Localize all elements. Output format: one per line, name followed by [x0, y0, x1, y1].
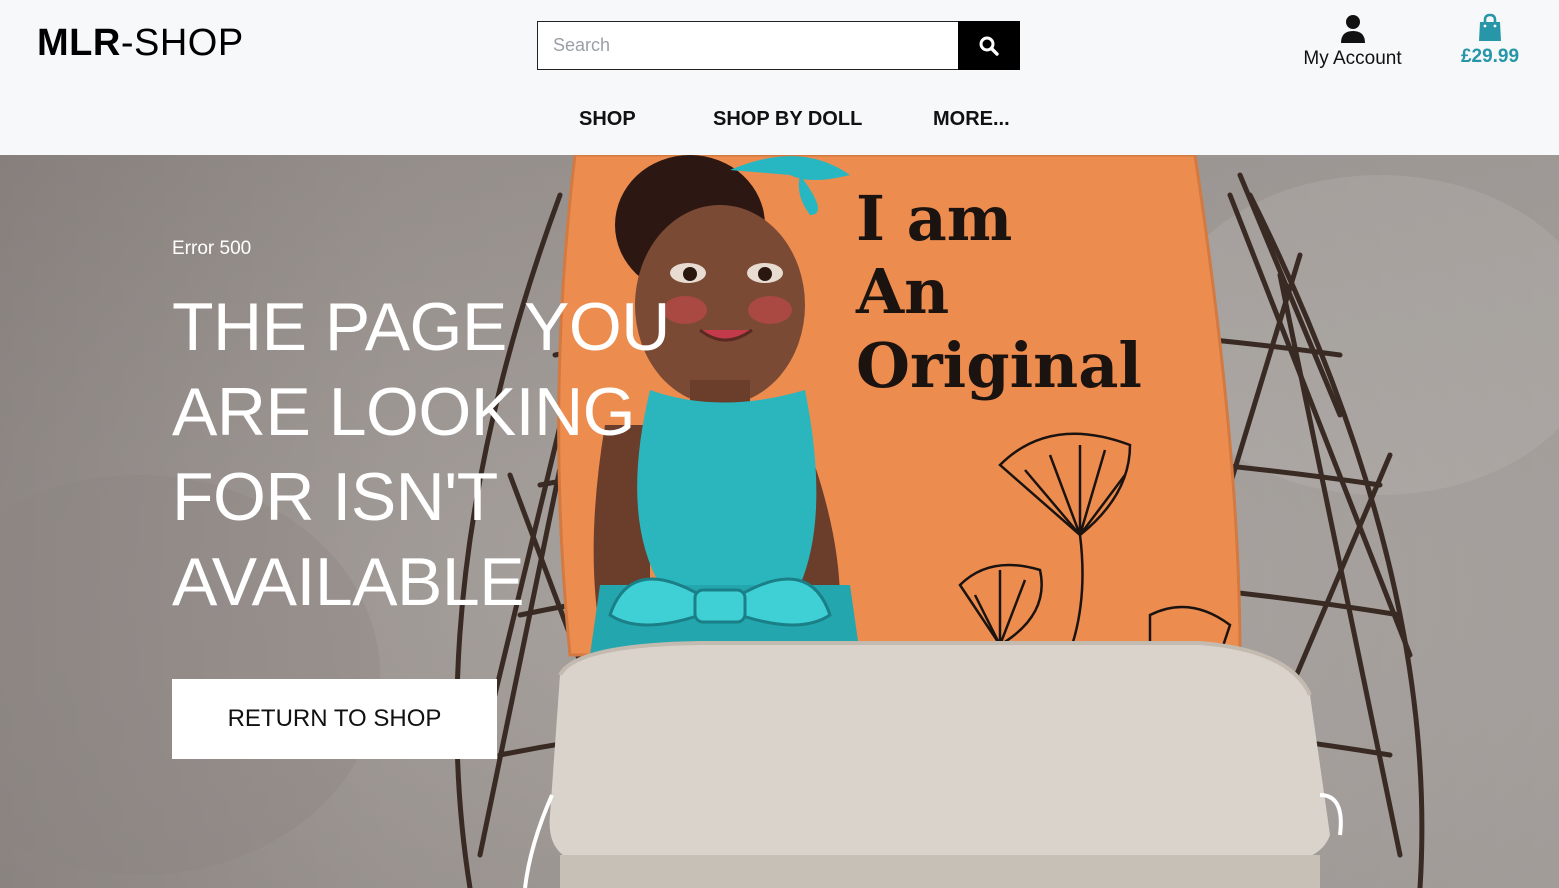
- nav-shop-by-doll[interactable]: SHOP BY DOLL: [713, 108, 862, 131]
- logo-rest: -SHOP: [120, 22, 244, 64]
- my-account-label: My Account: [1303, 48, 1402, 69]
- pillow-text-line-2: An: [855, 255, 949, 328]
- return-to-shop-button[interactable]: RETURN TO SHOP: [172, 679, 497, 759]
- logo-bold: MLR: [37, 22, 121, 64]
- search-icon: [979, 36, 999, 56]
- error-hero: I am An Original Error 500 THE PAGE YOU …: [0, 155, 1559, 888]
- shopping-bag-icon: [1479, 13, 1501, 41]
- error-headline: THE PAGE YOU ARE LOOKING FOR ISN'T AVAIL…: [172, 289, 670, 620]
- site-header: MLR-SHOP My Account £29.99 SHOP SHOP BY …: [0, 0, 1559, 155]
- search-form: [537, 21, 1020, 70]
- site-logo[interactable]: MLR-SHOP: [37, 22, 244, 65]
- main-nav: SHOP SHOP BY DOLL MORE...: [0, 108, 1559, 134]
- bag-total: £29.99: [1460, 46, 1520, 67]
- nav-shop[interactable]: SHOP: [579, 108, 636, 131]
- nav-more[interactable]: MORE...: [933, 108, 1010, 131]
- error-code: Error 500: [172, 238, 252, 259]
- search-input[interactable]: [537, 21, 959, 70]
- my-account-link[interactable]: My Account: [1290, 14, 1415, 70]
- pillow-text-line-3: Original: [856, 329, 1142, 402]
- search-button[interactable]: [958, 21, 1020, 70]
- shopping-bag-link[interactable]: £29.99: [1450, 13, 1530, 68]
- user-icon: [1340, 15, 1365, 43]
- pillow-text-line-1: I am: [856, 182, 1012, 255]
